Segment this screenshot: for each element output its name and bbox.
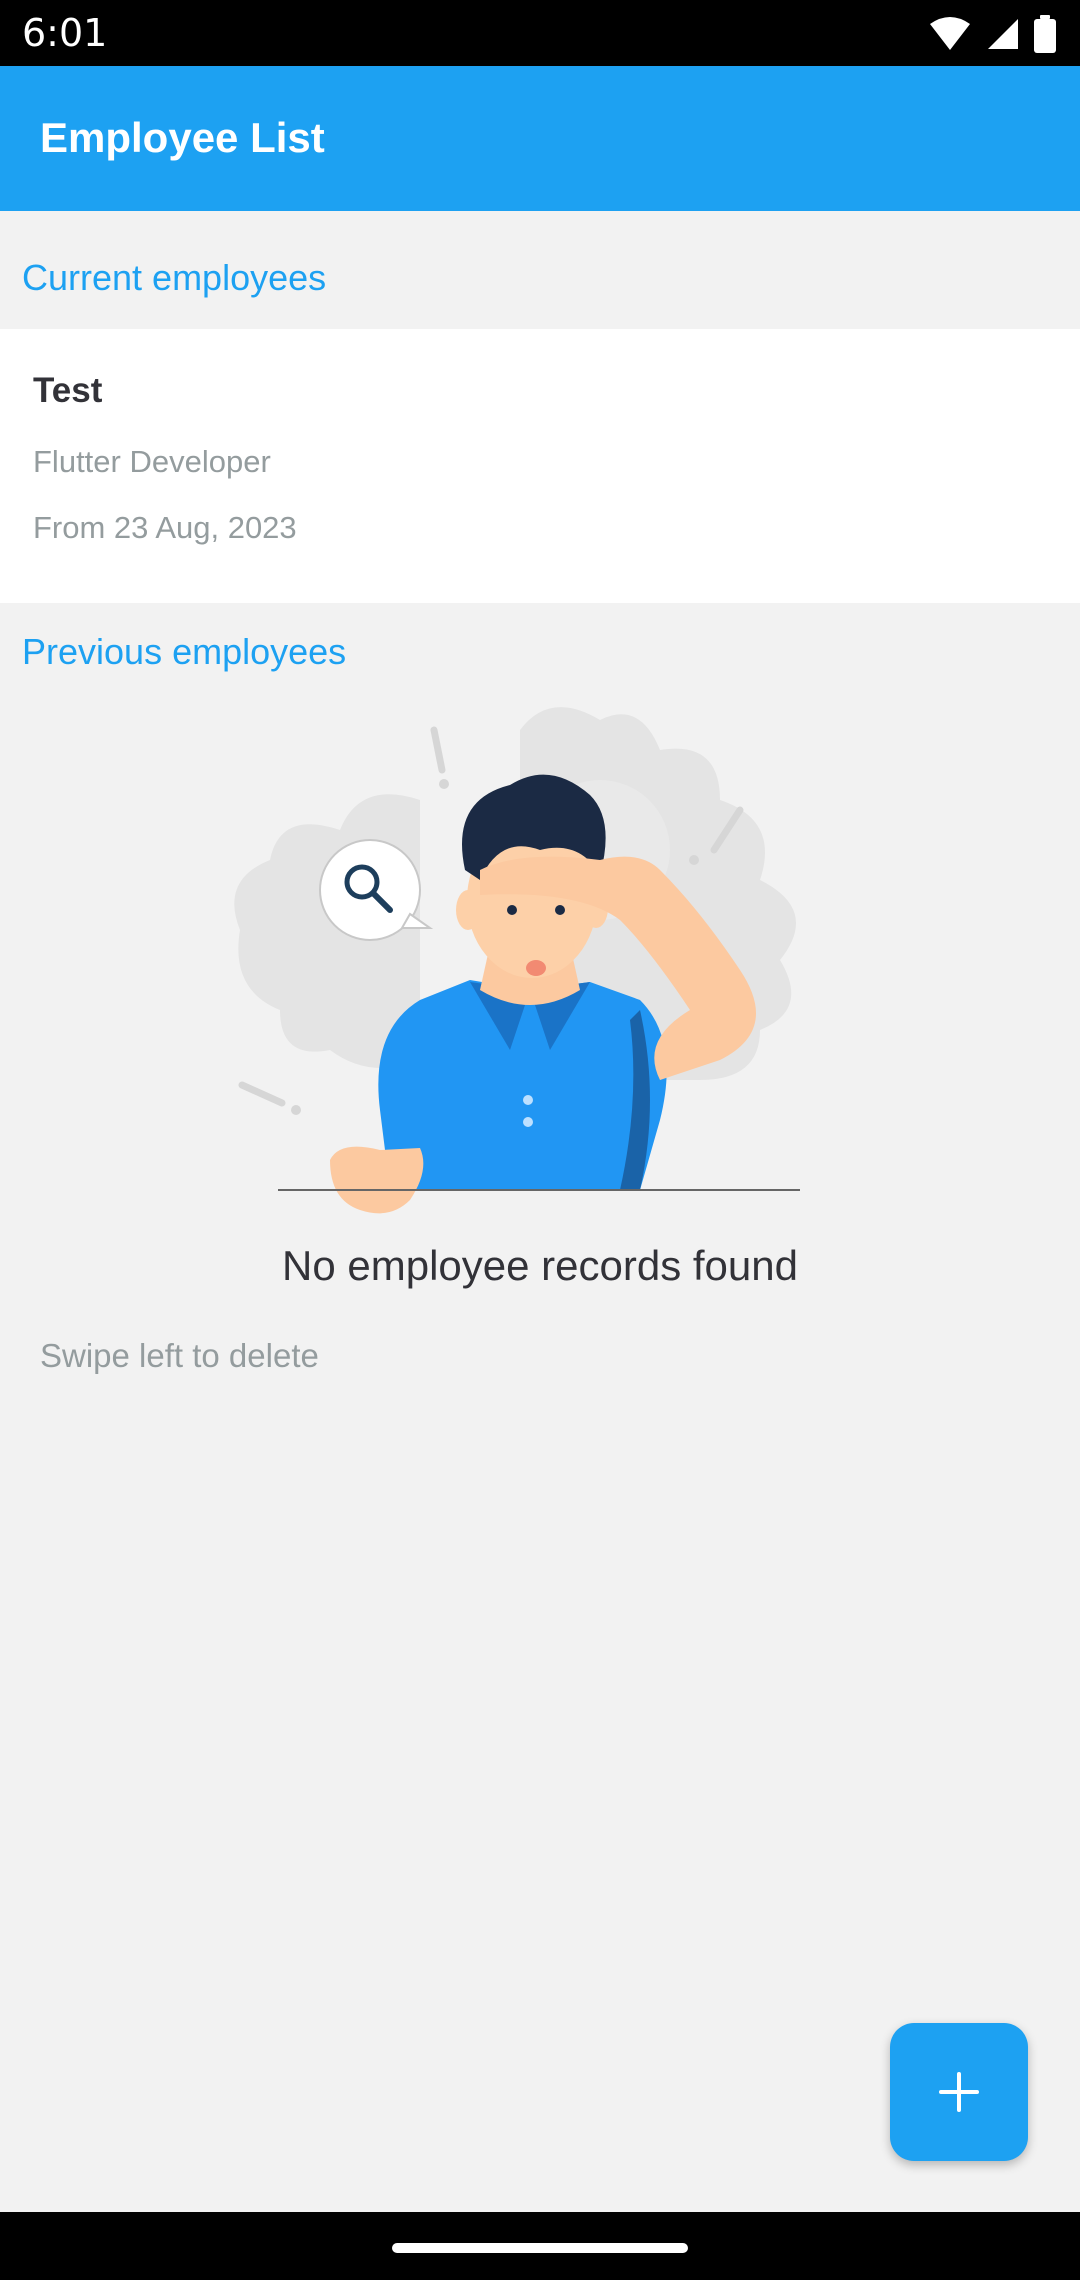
page-title: Employee List (40, 114, 325, 161)
swipe-hint: Swipe left to delete (40, 1337, 319, 1374)
add-employee-button[interactable] (890, 2023, 1028, 2161)
empty-state-message: No employee records found (282, 1242, 798, 1289)
app-bar: Employee List (0, 66, 1080, 211)
employee-name: Test (33, 371, 103, 410)
home-gesture-handle[interactable] (392, 2243, 688, 2253)
plus-icon (939, 2072, 979, 2112)
current-employees-header: Current employees (22, 257, 327, 298)
battery-icon (1034, 15, 1056, 53)
status-bar: 6:01 (0, 0, 1080, 66)
man-searching-illustration (234, 707, 800, 1214)
system-navigation-bar (0, 2212, 1080, 2280)
cellular-signal-icon (988, 19, 1018, 49)
employee-date: From 23 Aug, 2023 (33, 510, 297, 545)
status-icons (928, 14, 1056, 54)
employee-role: Flutter Developer (33, 444, 271, 479)
status-time: 6:01 (22, 11, 108, 55)
employee-list-item[interactable]: Test Flutter Developer From 23 Aug, 2023 (0, 329, 1080, 603)
previous-employees-header: Previous employees (22, 631, 347, 672)
wifi-icon (930, 17, 970, 50)
